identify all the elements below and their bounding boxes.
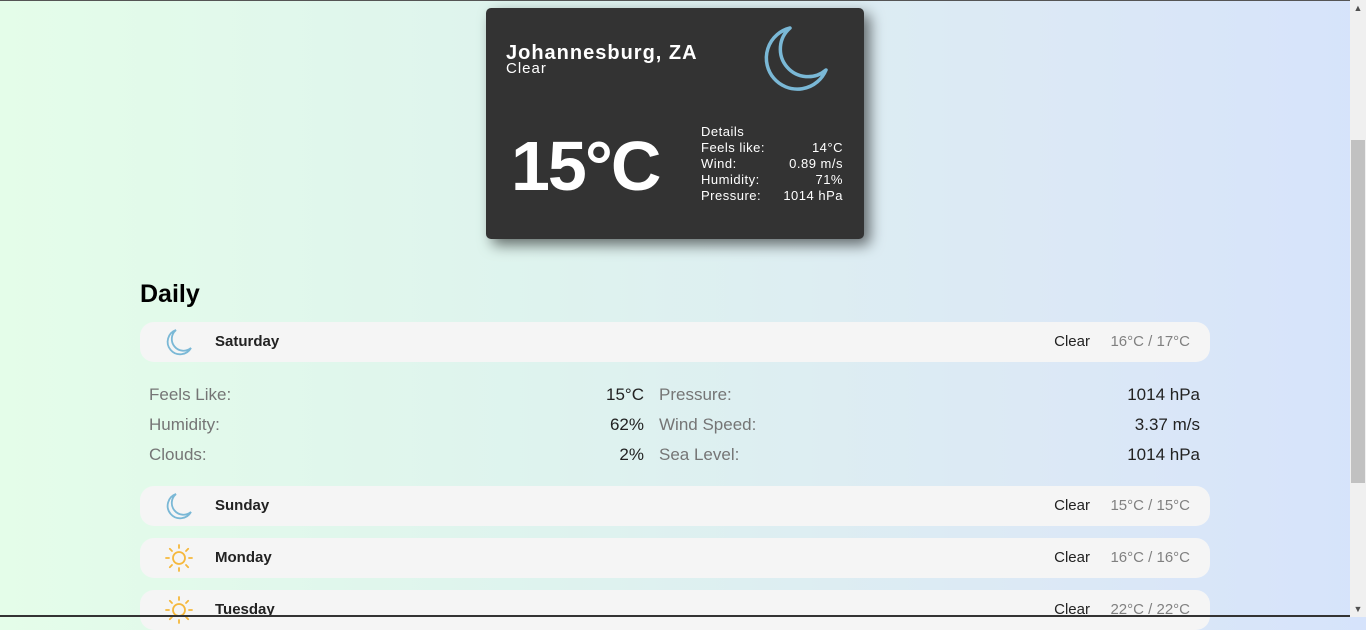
scroll-down-arrow-icon[interactable]: ▼ (1350, 601, 1366, 617)
weather-description: Clear (506, 60, 547, 77)
detail-label: Humidity: (701, 172, 760, 187)
detail-value: 62% (609, 415, 644, 434)
day-name: Monday (215, 549, 272, 566)
vertical-scrollbar[interactable]: ▲ ▼ (1350, 0, 1366, 617)
day-description: Clear (1054, 549, 1090, 566)
moon-icon (166, 493, 192, 520)
moon-icon (764, 26, 828, 91)
day-row-tuesday[interactable]: Tuesday Clear 22°C / 22°C (140, 590, 1210, 630)
detail-row: Humidity: 62% Wind Speed: 3.37 m/s (149, 410, 1200, 440)
day-temperature-range: 15°C / 15°C (1110, 497, 1190, 514)
detail-value: 2% (619, 445, 644, 464)
detail-value: 1014 hPa (783, 188, 843, 203)
details-panel: Details Feels like: 14°C Wind: 0.89 m/s … (701, 124, 843, 204)
detail-label: Feels Like: (149, 385, 232, 404)
day-description: Clear (1054, 333, 1090, 350)
day-name: Saturday (215, 333, 280, 350)
day-temperature-range: 16°C / 17°C (1110, 333, 1190, 350)
detail-value: 1014 hPa (1127, 445, 1200, 464)
detail-label: Sea Level: (659, 445, 740, 464)
detail-value: 15°C (606, 385, 644, 404)
day-name: Tuesday (215, 601, 275, 618)
sun-icon (165, 596, 193, 624)
detail-label: Wind Speed: (659, 415, 757, 434)
detail-value: 0.89 m/s (789, 156, 843, 171)
detail-label: Wind: (701, 156, 737, 171)
detail-value: 71% (815, 172, 843, 187)
day-row-sunday[interactable]: Sunday Clear 15°C / 15°C (140, 486, 1210, 526)
details-heading: Details (701, 124, 745, 139)
detail-value: 1014 hPa (1127, 385, 1200, 404)
day-description: Clear (1054, 601, 1090, 618)
day-details-saturday: Feels Like: 15°C Pressure: 1014 hPa Humi… (149, 380, 1200, 470)
detail-value: 14°C (811, 140, 843, 155)
day-name: Sunday (215, 497, 270, 514)
day-temperature-range: 22°C / 22°C (1110, 601, 1190, 618)
detail-value: 3.37 m/s (1134, 415, 1200, 434)
scroll-up-arrow-icon[interactable]: ▲ (1350, 0, 1366, 16)
sun-icon (165, 544, 193, 572)
scrollbar-thumb[interactable] (1351, 140, 1365, 483)
moon-icon (166, 329, 192, 356)
detail-row-humidity: Humidity: 71% (701, 172, 843, 188)
day-description: Clear (1054, 497, 1090, 514)
current-temperature: 15°C (511, 127, 661, 205)
day-row-monday[interactable]: Monday Clear 16°C / 16°C (140, 538, 1210, 578)
detail-row-wind: Wind: 0.89 m/s (701, 156, 843, 172)
current-weather-card: Johannesburg, ZA Clear 15°C Details Feel… (486, 8, 864, 239)
detail-row: Clouds: 2% Sea Level: 1014 hPa (149, 440, 1200, 470)
detail-label: Pressure: (701, 188, 762, 203)
day-temperature-range: 16°C / 16°C (1110, 549, 1190, 566)
detail-label: Feels like: (701, 140, 766, 155)
day-row-saturday[interactable]: Saturday Clear 16°C / 17°C (140, 322, 1210, 362)
detail-label: Humidity: (149, 415, 220, 434)
page-top-border (0, 0, 1350, 1)
daily-heading: Daily (140, 280, 200, 308)
detail-row-feels-like: Feels like: 14°C (701, 140, 843, 156)
detail-label: Pressure: (659, 385, 732, 404)
detail-label: Clouds: (149, 445, 207, 464)
detail-row-pressure: Pressure: 1014 hPa (701, 188, 843, 204)
detail-row: Feels Like: 15°C Pressure: 1014 hPa (149, 380, 1200, 410)
